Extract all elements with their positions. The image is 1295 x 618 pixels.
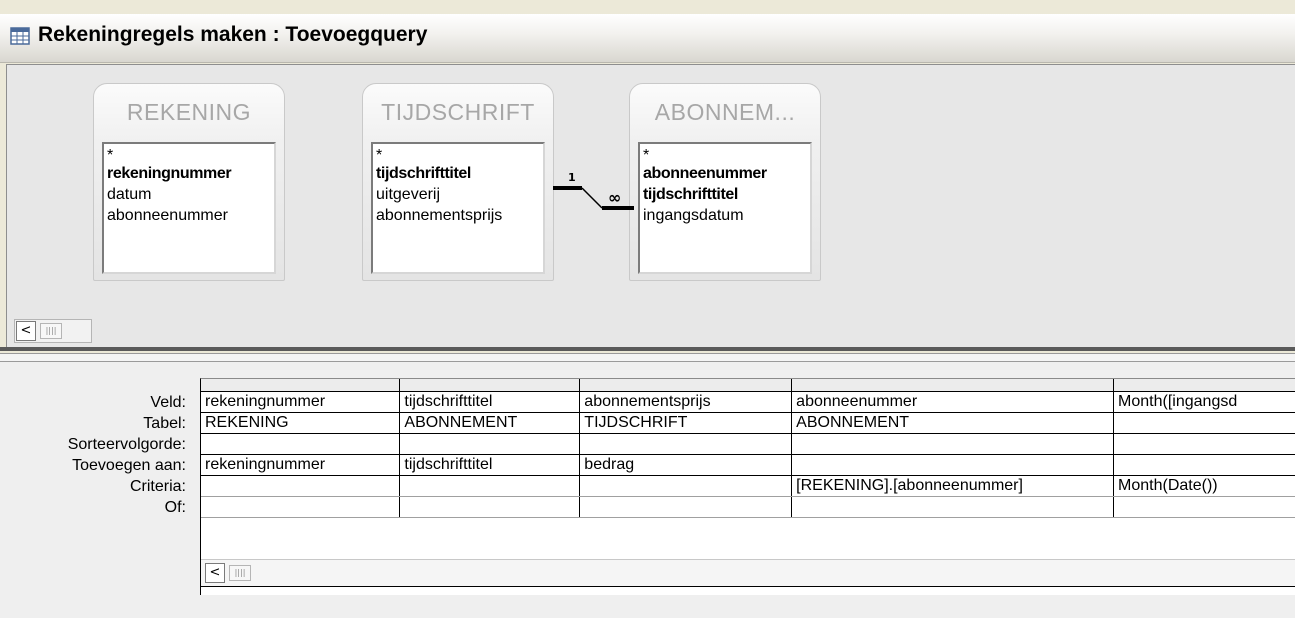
row-label-veld: Veld: — [150, 394, 186, 411]
query-window-icon — [10, 27, 30, 45]
column-selector[interactable] — [791, 379, 1115, 392]
grid-cell[interactable] — [1113, 412, 1295, 434]
field-item[interactable]: abonneenummer — [104, 205, 274, 226]
scroll-thumb[interactable]: |||| — [40, 323, 62, 339]
grid-cell[interactable] — [791, 496, 1115, 518]
field-item[interactable]: datum — [104, 184, 274, 205]
field-item-key[interactable]: abonneenummer — [640, 163, 810, 184]
row-label-criteria: Criteria: — [129, 478, 186, 495]
grid-cell[interactable]: ABONNEMENT — [399, 412, 581, 434]
field-item[interactable]: * — [373, 144, 543, 164]
pane-splitter[interactable] — [0, 353, 1295, 362]
field-item[interactable]: abonnementsprijs — [373, 205, 543, 226]
grid-cell[interactable]: bedrag — [579, 454, 793, 476]
grid-cell[interactable] — [579, 496, 793, 518]
grid-row-veld: rekeningnummer tijdschrifttitel abonneme… — [201, 391, 1295, 413]
grid-row-tabel: REKENING ABONNEMENT TIJDSCHRIFT ABONNEME… — [201, 412, 1295, 434]
scroll-left-button[interactable]: < — [205, 563, 225, 583]
grid-cell[interactable] — [1113, 454, 1295, 476]
grid-cell[interactable] — [399, 496, 581, 518]
grid-cell[interactable] — [399, 433, 581, 455]
grid-row-criteria: [REKENING].[abonneenummer] Month(Date()) — [201, 475, 1295, 497]
grid-row-toevoegen-aan: rekeningnummer tijdschrifttitel bedrag — [201, 454, 1295, 476]
grid-cell[interactable]: Month([ingangsd — [1113, 391, 1295, 413]
column-selector[interactable] — [1113, 379, 1295, 392]
table-pane[interactable]: REKENING * rekeningnummer datum abonneen… — [6, 64, 1295, 349]
grid-cell[interactable]: tijdschrifttitel — [399, 391, 581, 413]
grid-cell[interactable]: REKENING — [201, 412, 401, 434]
field-item[interactable]: ingangsdatum — [640, 205, 810, 226]
grid-cell[interactable] — [201, 496, 401, 518]
field-list[interactable]: * abonneenummer tijdschrifttitel ingangs… — [638, 142, 812, 274]
field-item[interactable]: * — [104, 144, 274, 164]
field-item[interactable]: uitgeverij — [373, 184, 543, 205]
relationship-line[interactable]: 1 ∞ — [550, 168, 640, 228]
grid-cell[interactable]: [REKENING].[abonneenummer] — [791, 475, 1115, 497]
scroll-thumb[interactable]: |||| — [229, 565, 251, 581]
field-item-key[interactable]: tijdschrifttitel — [373, 163, 543, 184]
scroll-left-button[interactable]: < — [16, 321, 36, 341]
table-rekening[interactable]: REKENING * rekeningnummer datum abonneen… — [93, 83, 285, 281]
grid-cell[interactable]: rekeningnummer — [201, 454, 401, 476]
table-abonnement[interactable]: ABONNEM... * abonneenummer tijdschriftti… — [629, 83, 821, 281]
column-selector[interactable] — [399, 379, 581, 392]
table-pane-scrollbar[interactable]: < |||| — [14, 319, 92, 343]
grid-cell[interactable]: rekeningnummer — [201, 391, 401, 413]
title-bar[interactable]: Rekeningregels maken : Toevoegquery — [0, 14, 1295, 63]
field-list[interactable]: * tijdschrifttitel uitgeverij abonnement… — [371, 142, 545, 274]
grid-cell[interactable]: tijdschrifttitel — [399, 454, 581, 476]
field-list[interactable]: * rekeningnummer datum abonneenummer — [102, 142, 276, 274]
grid-cell[interactable] — [791, 454, 1115, 476]
grid-row-labels: Veld: Tabel: Sorteervolgorde: Toevoegen … — [0, 392, 190, 518]
query-design-grid[interactable]: rekeningnummer tijdschrifttitel abonneme… — [200, 378, 1295, 595]
pane-divider[interactable] — [0, 347, 1295, 351]
window-title: Rekeningregels maken : Toevoegquery — [38, 23, 428, 46]
design-grid-pane: Veld: Tabel: Sorteervolgorde: Toevoegen … — [0, 362, 1295, 618]
grid-row-of — [201, 496, 1295, 518]
grid-cell[interactable] — [1113, 433, 1295, 455]
grid-cell[interactable] — [579, 475, 793, 497]
column-selector[interactable] — [201, 379, 401, 392]
grid-cell[interactable] — [791, 433, 1115, 455]
field-item[interactable]: * — [640, 144, 810, 164]
grid-cell[interactable] — [201, 475, 401, 497]
grid-cell[interactable]: ABONNEMENT — [791, 412, 1115, 434]
relationship-one-label: 1 — [568, 171, 576, 184]
grid-cell[interactable] — [579, 433, 793, 455]
relationship-many-label: ∞ — [608, 188, 621, 207]
grid-cell[interactable] — [1113, 496, 1295, 518]
query-design-window: Rekeningregels maken : Toevoegquery REKE… — [0, 0, 1295, 618]
grid-cell[interactable] — [201, 433, 401, 455]
field-item-key[interactable]: tijdschrifttitel — [640, 184, 810, 205]
row-label-tabel: Tabel: — [143, 415, 186, 432]
column-selector-row — [201, 379, 1295, 392]
grid-cell[interactable]: TIJDSCHRIFT — [579, 412, 793, 434]
table-tijdschrift-title[interactable]: TIJDSCHRIFT — [363, 99, 553, 126]
row-label-of: Of: — [164, 499, 186, 516]
table-tijdschrift[interactable]: TIJDSCHRIFT * tijdschrifttitel uitgeveri… — [362, 83, 554, 281]
column-selector[interactable] — [579, 379, 793, 392]
row-label-sorteervolgorde: Sorteervolgorde: — [67, 436, 186, 453]
grid-cell[interactable] — [399, 475, 581, 497]
grid-cell[interactable]: Month(Date()) — [1113, 475, 1295, 497]
grid-table: rekeningnummer tijdschrifttitel abonneme… — [201, 379, 1295, 518]
grid-cell[interactable]: abonneenummer — [791, 391, 1115, 413]
row-label-toevoegen-aan: Toevoegen aan: — [72, 457, 186, 474]
table-rekening-title[interactable]: REKENING — [94, 99, 284, 126]
field-item-key[interactable]: rekeningnummer — [104, 163, 274, 184]
table-abonnement-title[interactable]: ABONNEM... — [630, 99, 820, 126]
grid-row-sorteervolgorde — [201, 433, 1295, 455]
grid-scrollbar[interactable]: < |||| — [201, 559, 1295, 587]
grid-cell[interactable]: abonnementsprijs — [579, 391, 793, 413]
